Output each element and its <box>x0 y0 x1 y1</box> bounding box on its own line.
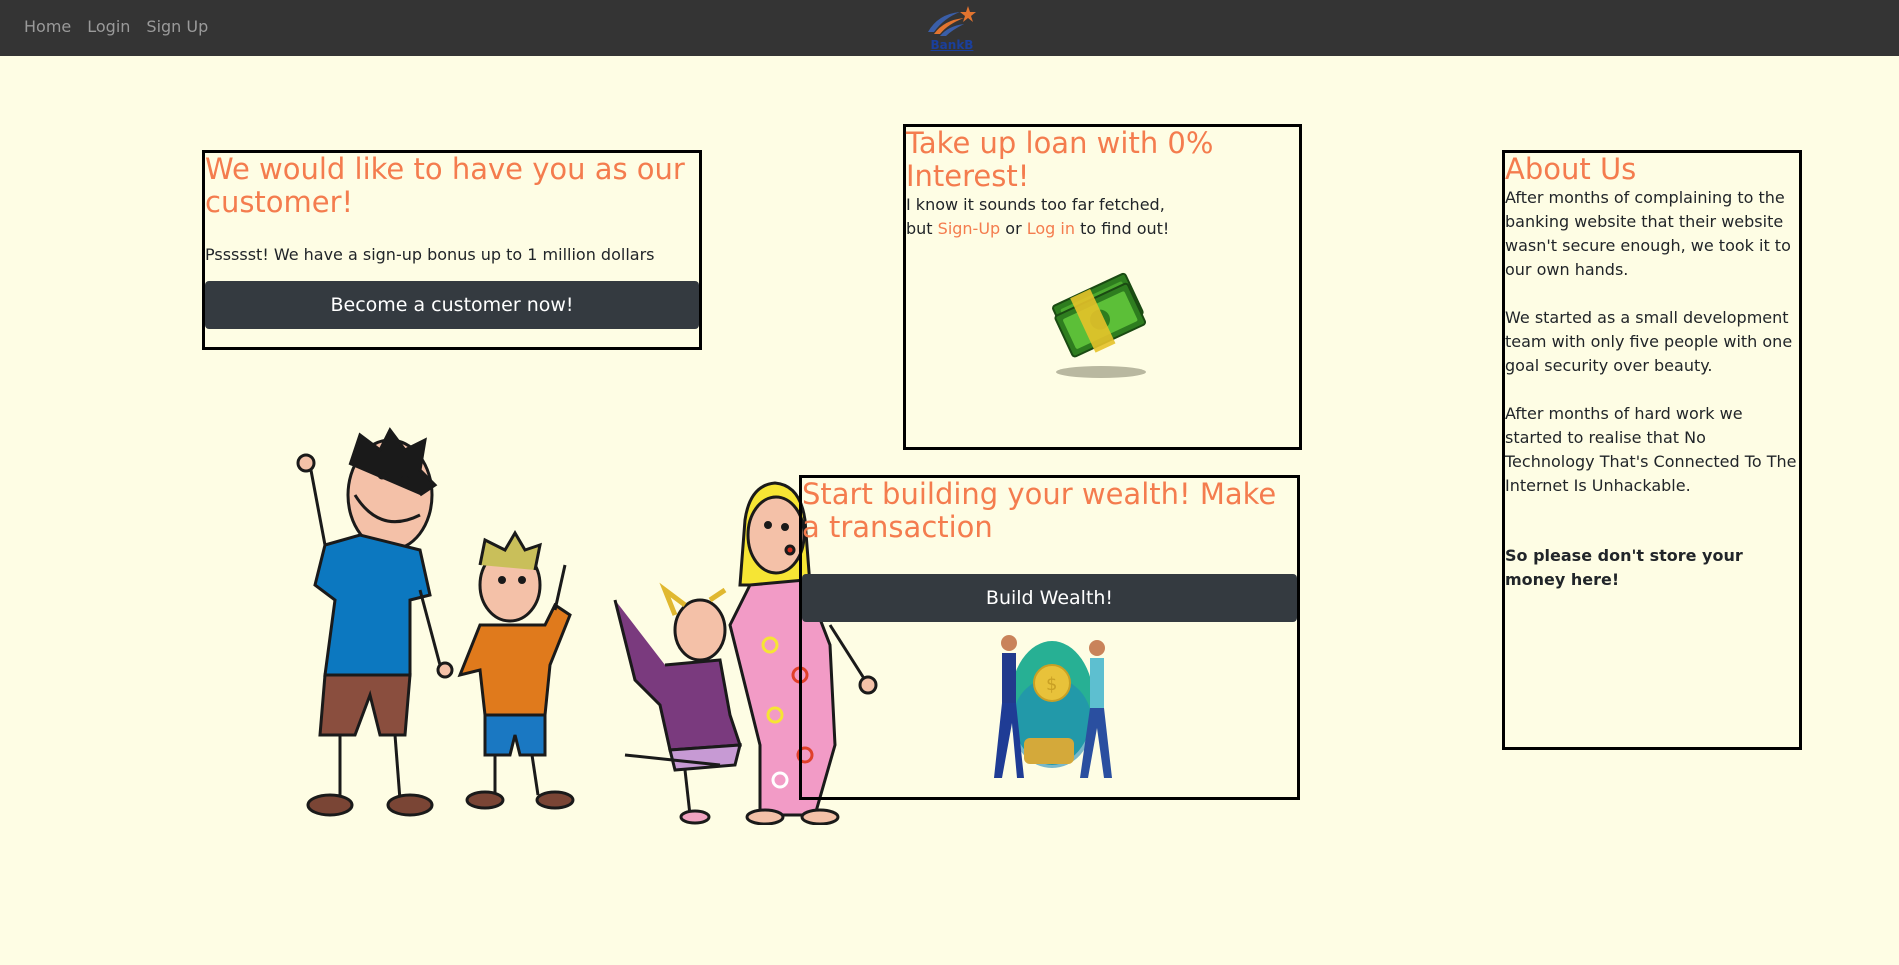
nav-signup-link[interactable]: Sign Up <box>146 17 208 36</box>
bank-logo[interactable]: BankB <box>924 2 980 54</box>
logo-text: BankB <box>930 38 974 52</box>
nav-login-link[interactable]: Login <box>87 17 130 36</box>
family-illustration <box>296 427 878 825</box>
about-paragraph-2: We started as a small development team w… <box>1505 308 1793 375</box>
about-paragraph-1: After months of complaining to the banki… <box>1505 188 1791 279</box>
loan-text-line1: I know it sounds too far fetched, <box>906 195 1165 214</box>
loan-card: Take up loan with 0% Interest! I know it… <box>903 124 1302 450</box>
navbar: Home Login Sign Up BankB <box>0 0 1899 56</box>
customer-heading: We would like to have you as our custome… <box>205 152 685 219</box>
become-customer-button[interactable]: Become a customer now! <box>205 281 699 329</box>
svg-text:$: $ <box>1046 674 1057 695</box>
about-paragraph-3: After months of hard work we started to … <box>1505 404 1797 495</box>
wealth-card: Start building your wealth! Make a trans… <box>799 475 1300 800</box>
signup-bonus-text: Pssssst! We have a sign-up bonus up to 1… <box>205 245 655 264</box>
about-card: About Us After months of complaining to … <box>1502 150 1802 750</box>
signup-link[interactable]: Sign-Up <box>938 219 1001 238</box>
loan-heading: Take up loan with 0% Interest! <box>906 126 1214 193</box>
about-heading: About Us <box>1505 152 1637 186</box>
loan-text-prefix: but <box>906 219 938 238</box>
loan-text-suffix: to find out! <box>1075 219 1170 238</box>
shooting-star-logo-icon <box>928 6 976 36</box>
build-wealth-button[interactable]: Build Wealth! <box>802 574 1297 622</box>
nav-links: Home Login Sign Up <box>24 17 208 36</box>
login-link[interactable]: Log in <box>1027 219 1075 238</box>
about-warning: So please don't store your money here! <box>1505 546 1743 589</box>
wealth-heading: Start building your wealth! Make a trans… <box>802 477 1277 544</box>
money-stack-icon <box>1052 272 1147 378</box>
transaction-illustration-icon: $ <box>994 635 1112 778</box>
loan-text-line2: but Sign-Up or Log in to find out! <box>906 217 1299 241</box>
loan-text-or: or <box>1000 219 1027 238</box>
nav-home-link[interactable]: Home <box>24 17 71 36</box>
customer-card: We would like to have you as our custome… <box>202 150 702 350</box>
